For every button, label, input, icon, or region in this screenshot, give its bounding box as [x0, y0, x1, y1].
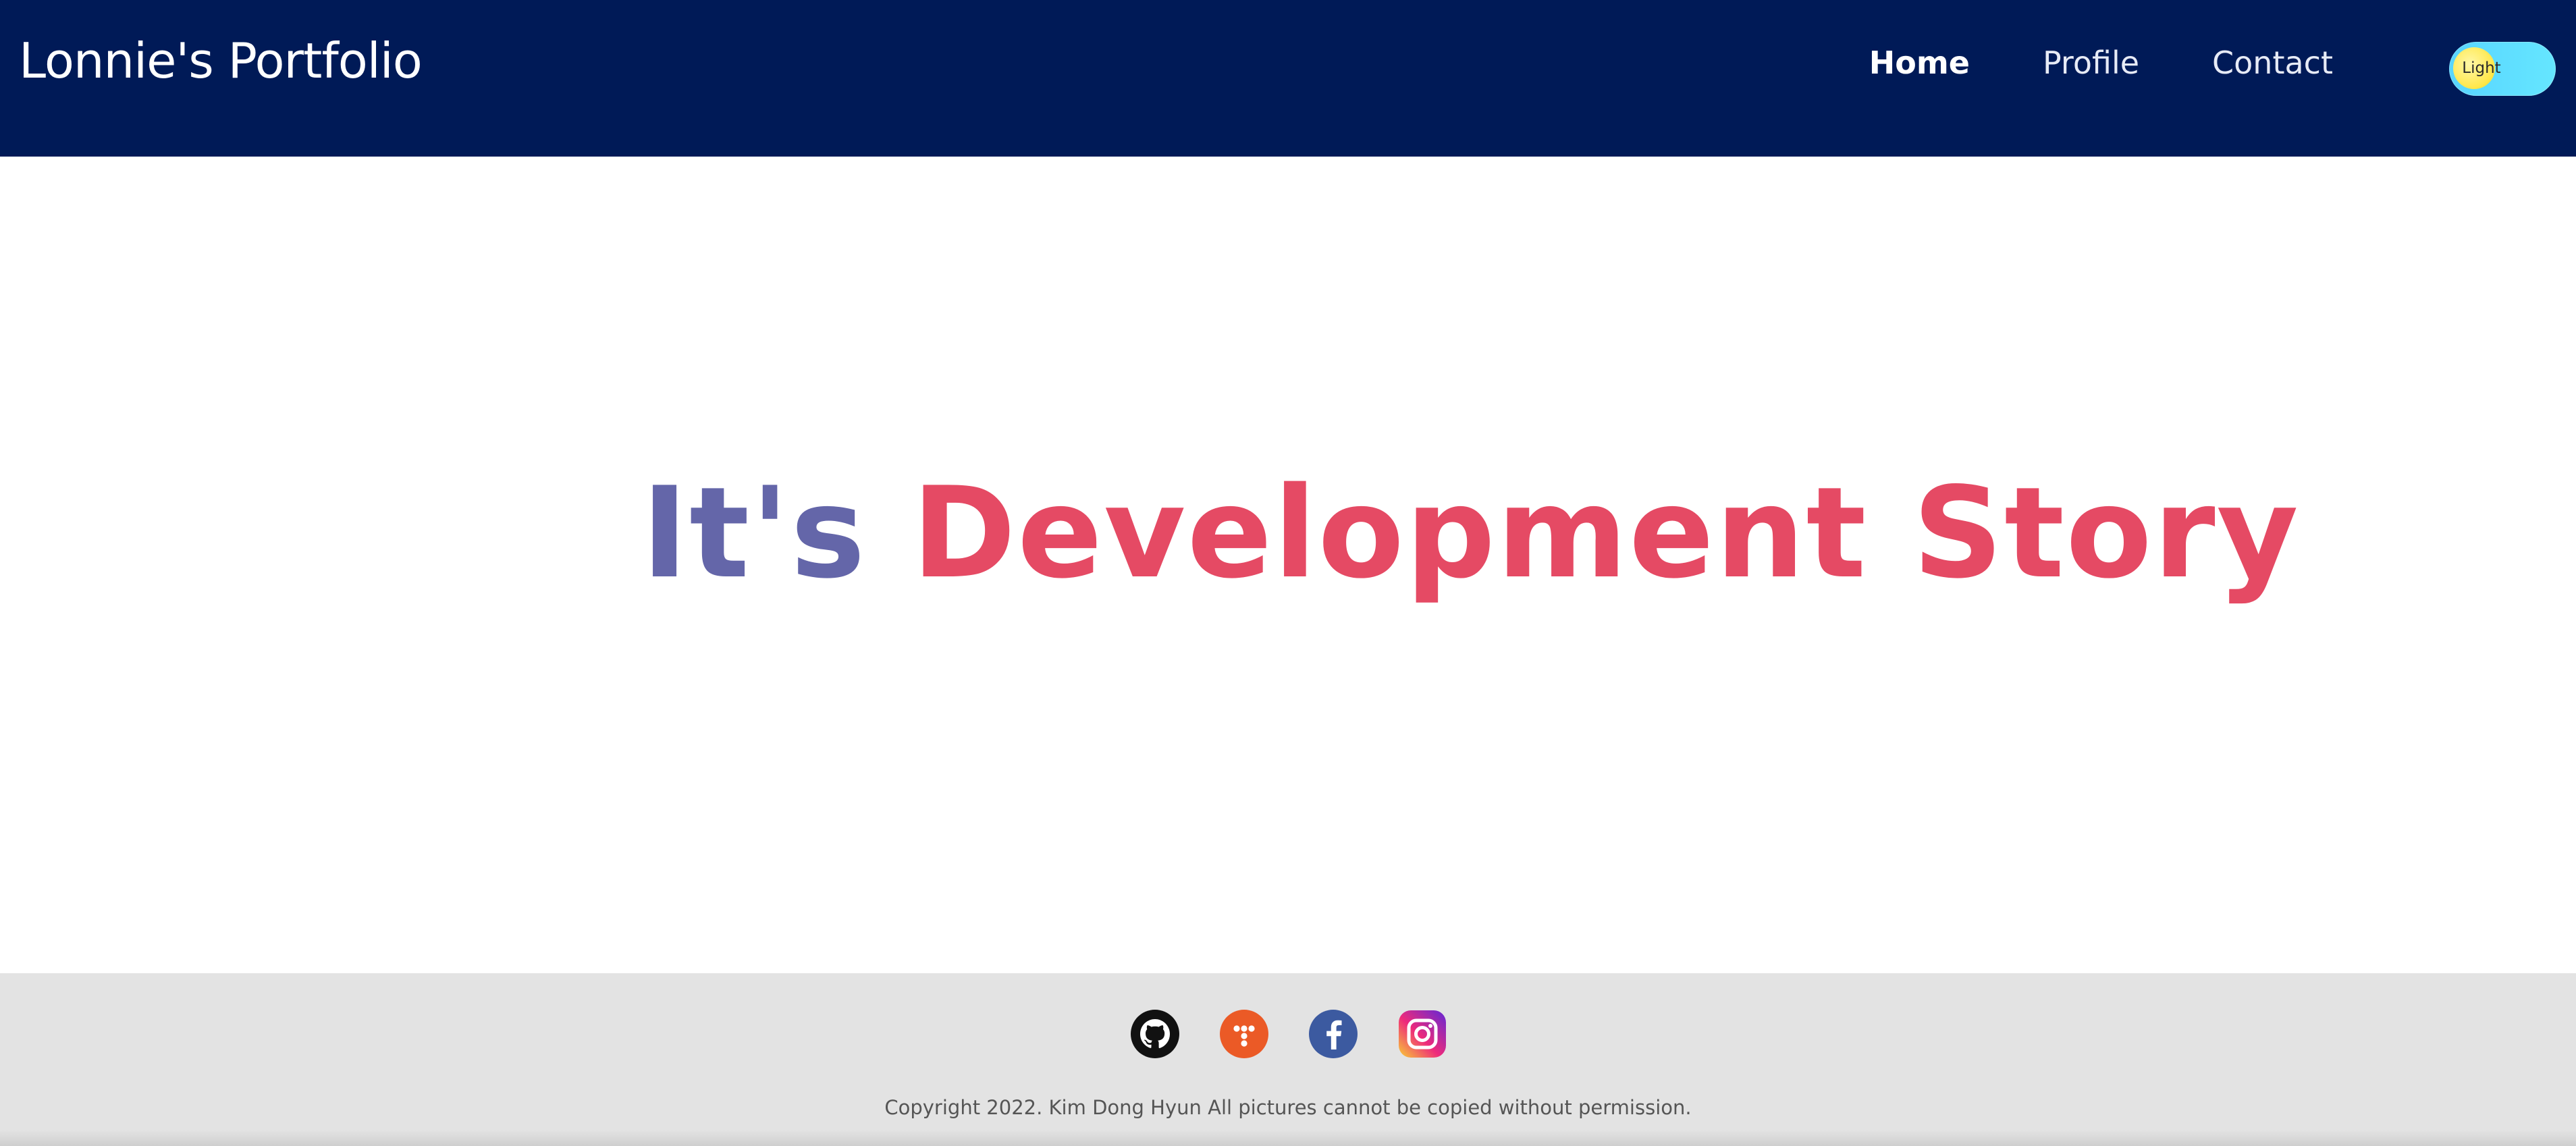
hero-headline: It's Development Story — [641, 470, 2300, 596]
instagram-icon[interactable] — [1397, 1009, 1447, 1059]
site-footer: Copyright 2022. Kim Dong Hyun All pictur… — [0, 973, 2576, 1146]
site-header: Lonnie's Portfolio Home Profile Contact … — [0, 0, 2576, 157]
hero-title: Development Story — [911, 460, 2300, 606]
github-icon[interactable] — [1130, 1009, 1180, 1059]
hero-prefix: It's — [641, 460, 867, 606]
theme-toggle[interactable]: Light — [2449, 42, 2556, 96]
hero-section: It's Development Story — [0, 157, 2576, 973]
facebook-icon[interactable] — [1308, 1009, 1358, 1059]
portfolio-page: Lonnie's Portfolio Home Profile Contact … — [0, 0, 2576, 1146]
copyright-text: Copyright 2022. Kim Dong Hyun All pictur… — [884, 1096, 1692, 1119]
sun-icon: Light — [2453, 47, 2501, 89]
footer-shadow — [0, 1130, 2576, 1146]
theme-toggle-label: Light — [2462, 59, 2501, 77]
nav-contact-link[interactable]: Contact — [2212, 45, 2333, 81]
nav-profile-link[interactable]: Profile — [2043, 45, 2139, 81]
nav-home-link[interactable]: Home — [1869, 45, 1970, 81]
social-links — [1130, 1009, 1447, 1059]
site-title[interactable]: Lonnie's Portfolio — [19, 32, 423, 89]
todoist-icon[interactable] — [1219, 1009, 1269, 1059]
main-nav: Home Profile Contact — [1869, 45, 2333, 81]
